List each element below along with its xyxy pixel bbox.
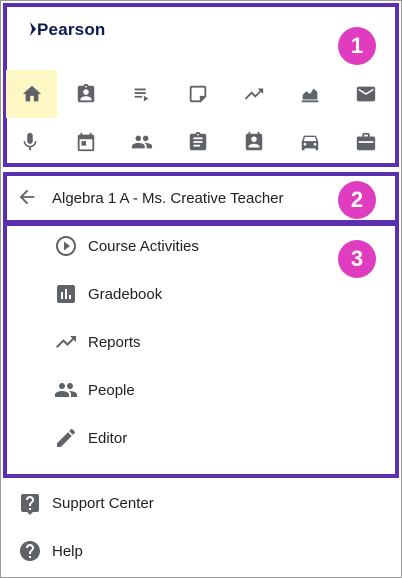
menu-item-label: Gradebook bbox=[88, 285, 163, 303]
assignment-button[interactable] bbox=[174, 118, 222, 166]
car-icon bbox=[301, 135, 319, 151]
support-center-label: Support Center bbox=[52, 494, 154, 512]
bar-chart-icon bbox=[57, 285, 75, 303]
home-button[interactable] bbox=[6, 70, 57, 118]
trending-icon bbox=[244, 88, 264, 100]
pencil-icon bbox=[57, 428, 76, 447]
sticky-note-icon bbox=[189, 85, 207, 103]
menu-item-gradebook[interactable]: Gradebook bbox=[54, 278, 162, 310]
support-center-link[interactable]: Support Center bbox=[18, 487, 154, 519]
trending-icon bbox=[56, 336, 76, 348]
pearson-logo[interactable]: Pearson bbox=[30, 20, 106, 40]
assignment-ind-icon bbox=[77, 83, 95, 103]
calendar-icon bbox=[77, 132, 95, 152]
menu-item-reports[interactable]: Reports bbox=[54, 326, 141, 358]
menu-item-people[interactable]: People bbox=[54, 374, 135, 406]
help-box-icon bbox=[21, 494, 39, 515]
contacts-button[interactable] bbox=[230, 118, 278, 166]
play-circle-icon bbox=[56, 236, 76, 256]
arrow-back-icon bbox=[19, 189, 35, 205]
logo-text: Pearson bbox=[37, 20, 106, 39]
playlist-play-icon bbox=[134, 88, 149, 102]
mic-icon bbox=[23, 132, 37, 151]
area-chart-icon bbox=[301, 88, 319, 103]
people-icon bbox=[55, 383, 77, 397]
menu-item-label: Course Activities bbox=[88, 237, 199, 255]
course-context-row: Algebra 1 A - Ms. Creative Teacher bbox=[16, 178, 284, 218]
playlist-button[interactable] bbox=[118, 70, 166, 118]
people-icon bbox=[131, 135, 153, 149]
trends-button[interactable] bbox=[230, 70, 278, 118]
calendar-button[interactable] bbox=[62, 118, 110, 166]
menu-item-label: Reports bbox=[88, 333, 141, 351]
assignment-ind-button[interactable] bbox=[62, 70, 110, 118]
vehicle-button[interactable] bbox=[286, 118, 334, 166]
home-icon bbox=[22, 85, 41, 102]
people-button[interactable] bbox=[118, 118, 166, 166]
course-title: Algebra 1 A - Ms. Creative Teacher bbox=[52, 189, 284, 207]
mail-icon bbox=[356, 86, 376, 102]
callout-badge-3: 3 bbox=[338, 240, 376, 278]
callout-badge-1: 1 bbox=[338, 27, 376, 65]
microphone-button[interactable] bbox=[6, 118, 54, 166]
mail-button[interactable] bbox=[342, 70, 390, 118]
help-label: Help bbox=[52, 542, 83, 560]
menu-item-label: Editor bbox=[88, 429, 128, 447]
contact-badge-icon bbox=[245, 131, 263, 151]
notes-button[interactable] bbox=[174, 70, 222, 118]
briefcase-icon bbox=[356, 132, 376, 151]
menu-item-editor[interactable]: Editor bbox=[54, 422, 127, 454]
analytics-button[interactable] bbox=[286, 70, 334, 118]
briefcase-button[interactable] bbox=[342, 118, 390, 166]
back-button[interactable] bbox=[16, 186, 40, 210]
help-circle-icon bbox=[20, 541, 40, 561]
menu-item-course-activities[interactable]: Course Activities bbox=[54, 230, 199, 262]
menu-item-label: People bbox=[88, 381, 135, 399]
callout-badge-2: 2 bbox=[338, 181, 376, 219]
pearson-logo-mark-icon bbox=[30, 22, 36, 36]
assignment-icon bbox=[189, 131, 207, 151]
help-link[interactable]: Help bbox=[18, 535, 83, 567]
